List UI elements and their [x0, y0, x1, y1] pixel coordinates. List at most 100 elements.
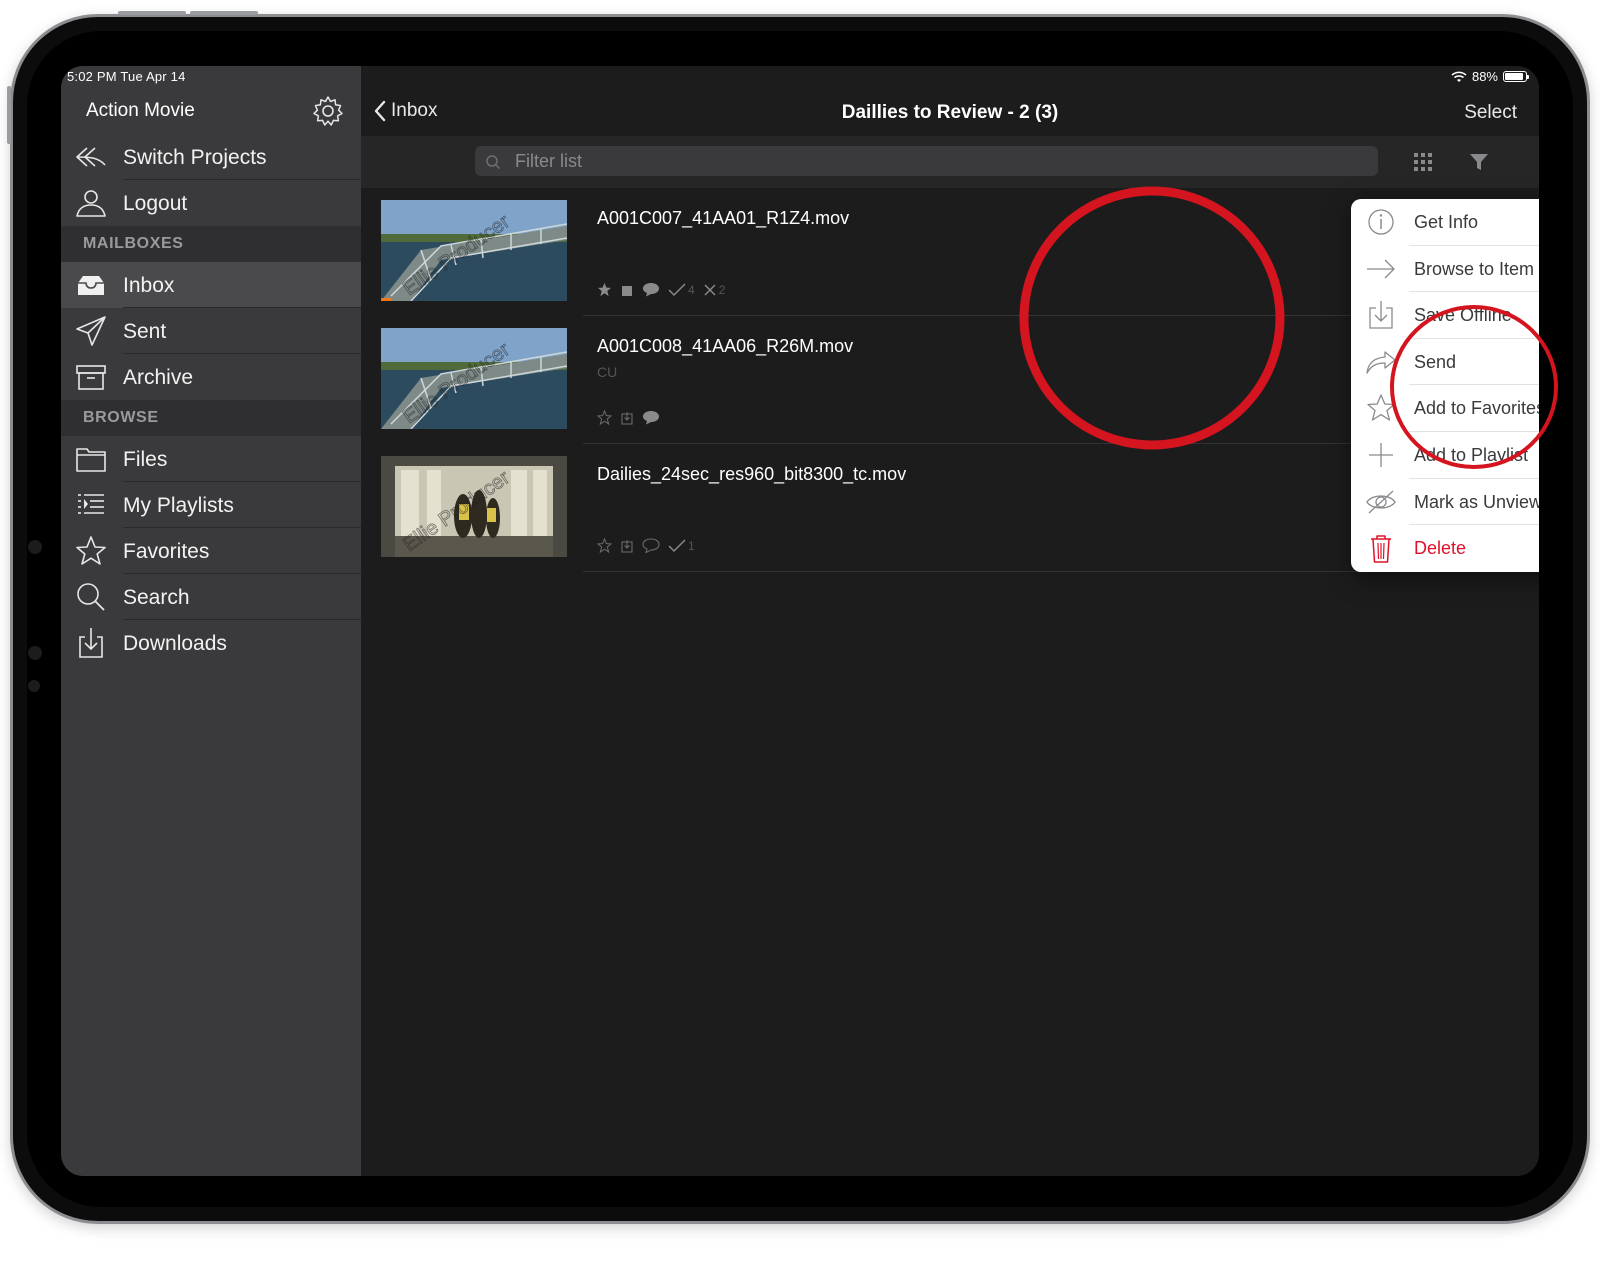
eye-slash-icon	[1366, 490, 1396, 514]
comment-icon	[643, 283, 659, 297]
menu-item-label: Send	[1414, 351, 1457, 372]
sidebar-item-label: Search	[123, 586, 190, 609]
menu-item-label: Save Offline	[1414, 305, 1512, 326]
page-title: Daillies to Review - 2 (3)	[841, 102, 1059, 123]
sidebar: Action Movie Switch Projects Logout MAIL…	[61, 66, 361, 1176]
file-name: Dailies_24sec_res960_bit8300_tc.mov	[597, 464, 907, 484]
arrow-right-icon	[1367, 259, 1395, 279]
top-button-left	[118, 11, 186, 15]
menu-item-save-offline[interactable]: Save Offline	[1351, 292, 1539, 339]
status-right: 88%	[1451, 69, 1529, 84]
save-offline-icon	[1369, 301, 1393, 329]
sidebar-item-label: My Playlists	[123, 494, 234, 517]
menu-item-label: Add to Favorites	[1414, 398, 1539, 419]
sidebar-item-label: Switch Projects	[123, 146, 267, 169]
checkmark-icon	[668, 538, 686, 552]
select-button[interactable]: Select	[1464, 102, 1517, 124]
wifi-icon	[1451, 71, 1467, 82]
sidebar-item-label: Sent	[123, 320, 167, 343]
sidebar-item-label: Favorites	[123, 540, 210, 563]
sidebar-item-files[interactable]: Files	[61, 436, 361, 482]
menu-item-mark-as-unviewed[interactable]: Mark as Unviewed	[1351, 479, 1539, 526]
project-title: Action Movie	[86, 100, 195, 121]
menu-item-send[interactable]: Send	[1351, 339, 1539, 386]
status-bar: 5:02 PM Tue Apr 14 88%	[61, 66, 1539, 88]
sidebar-item-downloads[interactable]: Downloads	[61, 620, 361, 666]
comment-icon	[643, 411, 659, 425]
top-button-right	[190, 11, 258, 15]
search-icon	[77, 583, 105, 611]
sidebar-item-favorites[interactable]: Favorites	[61, 528, 361, 574]
sidebar-item-logout[interactable]: Logout	[61, 180, 361, 226]
battery-percent: 88%	[1471, 69, 1498, 84]
menu-item-label: Mark as Unviewed	[1414, 491, 1539, 512]
app-screen: Action Movie Switch Projects Logout MAIL…	[61, 66, 1539, 1176]
file-subtitle: CU	[597, 364, 618, 380]
sidebar-item-sent[interactable]: Sent	[61, 308, 361, 354]
star-outline-icon	[597, 410, 612, 425]
sidebar-item-label: Downloads	[123, 632, 227, 655]
star-icon	[76, 536, 106, 565]
checkmark-icon	[668, 282, 686, 296]
playlist-icon	[78, 494, 104, 514]
file-name: A001C008_41AA06_R26M.mov	[597, 336, 854, 356]
sidebar-item-search[interactable]: Search	[61, 574, 361, 620]
search-icon	[486, 155, 501, 170]
filter-input[interactable]	[475, 146, 1378, 176]
save-offline-icon	[621, 411, 633, 425]
menu-item-label: Browse to Item	[1414, 258, 1535, 279]
star-filled-icon	[597, 282, 612, 297]
filter-bar	[361, 136, 1539, 188]
context-menu: Get Info Browse to Item Save Offline Sen…	[1351, 199, 1539, 572]
section-header-browse: BROWSE	[61, 400, 361, 436]
plus-icon	[1369, 443, 1393, 467]
trash-icon	[1371, 535, 1391, 563]
camera-dot	[28, 540, 42, 554]
rejected-count: 2	[718, 282, 726, 297]
camera-dot	[28, 680, 40, 692]
menu-item-add-to-playlist[interactable]: Add to Playlist	[1351, 432, 1539, 479]
menu-item-get-info[interactable]: Get Info	[1351, 199, 1539, 246]
battery-icon	[1503, 71, 1529, 82]
download-icon	[79, 628, 103, 658]
archive-box-icon	[76, 365, 106, 390]
grid-view-icon[interactable]	[1413, 152, 1433, 172]
sidebar-item-my-playlists[interactable]: My Playlists	[61, 482, 361, 528]
paper-plane-icon	[76, 316, 106, 346]
menu-item-label: Add to Playlist	[1414, 445, 1529, 465]
video-thumbnail: Ellie Producer	[381, 200, 567, 301]
gear-icon[interactable]	[311, 94, 345, 128]
share-arrow-icon	[1366, 351, 1396, 374]
menu-item-label: Get Info	[1414, 212, 1479, 232]
menu-item-browse-to-item[interactable]: Browse to Item	[1351, 246, 1539, 293]
file-name: A001C007_41AA01_R1Z4.mov	[597, 208, 850, 228]
sidebar-item-switch-projects[interactable]: Switch Projects	[61, 134, 361, 180]
sidebar-item-label: Files	[123, 448, 168, 471]
save-offline-icon	[621, 539, 633, 553]
main-panel: Inbox Daillies to Review - 2 (3) Select	[361, 66, 1539, 1176]
switch-arrow-icon	[76, 147, 106, 167]
sidebar-item-inbox[interactable]: Inbox	[61, 262, 361, 308]
filter-funnel-icon[interactable]	[1469, 152, 1489, 172]
star-outline-icon	[1367, 394, 1395, 422]
status-time: 5:02 PM Tue Apr 14	[67, 69, 186, 84]
menu-item-delete[interactable]: Delete	[1351, 525, 1539, 572]
offline-icon	[622, 285, 632, 296]
person-icon	[76, 190, 106, 217]
file-meta: 1	[597, 538, 695, 553]
menu-item-add-to-favorites[interactable]: Add to Favorites	[1351, 385, 1539, 432]
side-button	[7, 86, 11, 144]
sidebar-item-label: Logout	[123, 192, 188, 215]
comment-outline-icon	[642, 538, 660, 553]
inbox-icon	[78, 276, 104, 295]
sidebar-item-archive[interactable]: Archive	[61, 354, 361, 400]
info-icon	[1368, 209, 1394, 235]
file-meta: 4 2	[597, 282, 725, 297]
file-meta	[597, 410, 660, 425]
video-thumbnail: Ellie Producer	[381, 328, 567, 429]
section-header-mailboxes: MAILBOXES	[61, 226, 361, 262]
approved-count: 4	[688, 282, 695, 297]
battery-fill	[1505, 73, 1523, 80]
sidebar-header: Action Movie	[61, 88, 361, 134]
video-thumbnail: Ellie Producer	[381, 456, 567, 557]
